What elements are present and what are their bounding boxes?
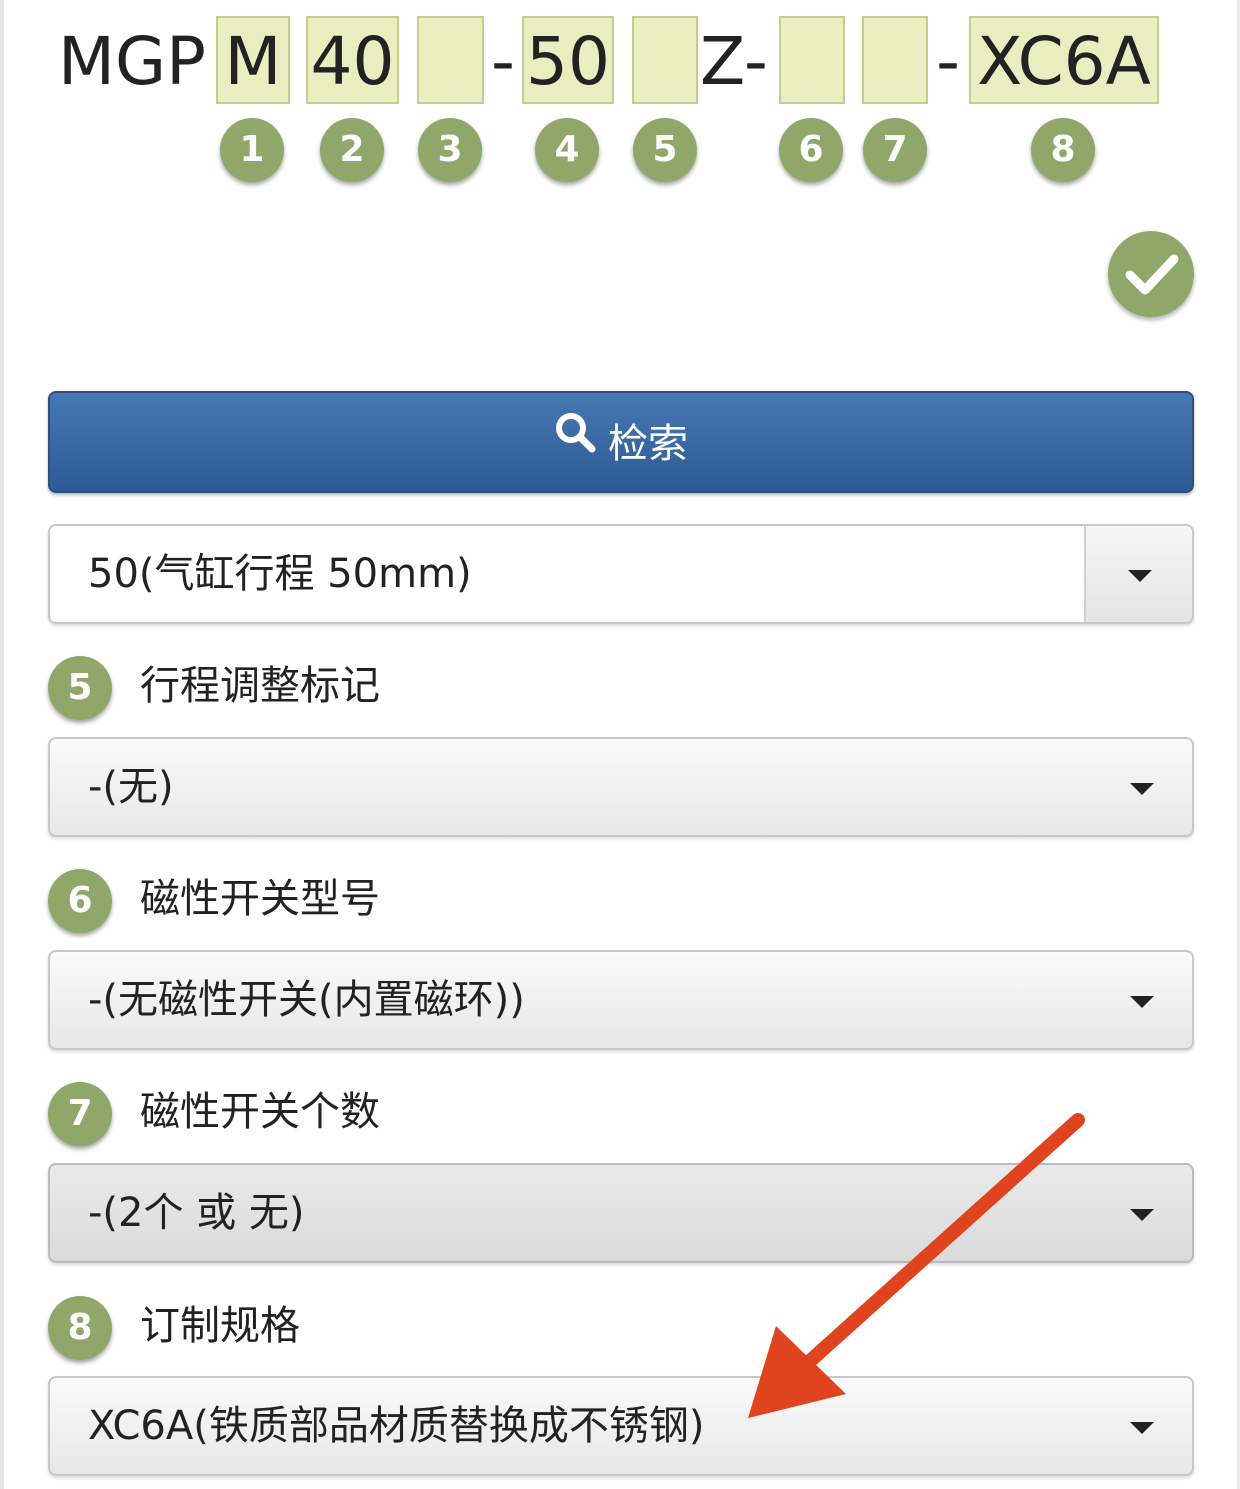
option-label-switch-model: 磁性开关型号 [140, 876, 380, 922]
option-label-custom-spec: 订制规格 [140, 1303, 300, 1349]
chevron-down-icon [1128, 570, 1152, 582]
search-icon [554, 391, 596, 489]
field-number-8: 8 [1031, 118, 1095, 182]
stroke-select-value: 50(气缸行程 50mm) [88, 551, 472, 597]
part-field-3[interactable] [417, 16, 484, 104]
part-field-1[interactable]: M [216, 16, 290, 104]
part-separator-dash: - [491, 23, 515, 100]
option-label-switch-count: 磁性开关个数 [140, 1089, 380, 1135]
custom-spec-value: XC6A(铁质部品材质替换成不锈钢) [88, 1403, 705, 1449]
part-field-7[interactable] [862, 16, 928, 104]
option-number-7: 7 [48, 1082, 112, 1146]
field-number-1: 1 [220, 118, 284, 182]
part-separator-z: Z- [700, 23, 768, 100]
stroke-adjust-value: -(无) [88, 764, 174, 810]
stroke-select-toggle[interactable] [1084, 526, 1192, 622]
stroke-select[interactable]: 50(气缸行程 50mm) [48, 524, 1194, 624]
switch-model-value: -(无磁性开关(内置磁环)) [88, 977, 525, 1023]
switch-count-value: -(2个 或 无) [88, 1190, 305, 1236]
part-number-prefix: MGP [58, 23, 206, 100]
part-field-4[interactable]: 50 [522, 16, 614, 104]
part-field-2[interactable]: 40 [306, 16, 399, 104]
frame-left-border [0, 0, 4, 1489]
field-number-2: 2 [320, 118, 384, 182]
option-number-8: 8 [48, 1296, 112, 1360]
custom-spec-select[interactable]: XC6A(铁质部品材质替换成不锈钢) [48, 1376, 1194, 1476]
field-number-5: 5 [633, 118, 697, 182]
chevron-down-icon [1130, 1209, 1154, 1221]
chevron-down-icon [1130, 1422, 1154, 1434]
option-label-stroke-adjust: 行程调整标记 [140, 663, 380, 709]
field-number-4: 4 [535, 118, 599, 182]
check-icon [1108, 231, 1194, 317]
field-number-7: 7 [863, 118, 927, 182]
search-button-label: 检索 [608, 421, 688, 467]
part-field-5[interactable] [632, 16, 698, 104]
field-number-3: 3 [418, 118, 482, 182]
switch-model-select[interactable]: -(无磁性开关(内置磁环)) [48, 950, 1194, 1050]
chevron-down-icon [1130, 783, 1154, 795]
part-field-8[interactable]: XC6A [969, 16, 1159, 104]
search-button[interactable]: 检索 [48, 391, 1194, 493]
stroke-adjust-select[interactable]: -(无) [48, 737, 1194, 837]
part-separator-dash-2: - [936, 23, 960, 100]
option-number-6: 6 [48, 869, 112, 933]
part-field-6[interactable] [779, 16, 845, 104]
field-number-6: 6 [779, 118, 843, 182]
switch-count-select[interactable]: -(2个 或 无) [48, 1163, 1194, 1263]
chevron-down-icon [1130, 996, 1154, 1008]
option-number-5: 5 [48, 656, 112, 720]
